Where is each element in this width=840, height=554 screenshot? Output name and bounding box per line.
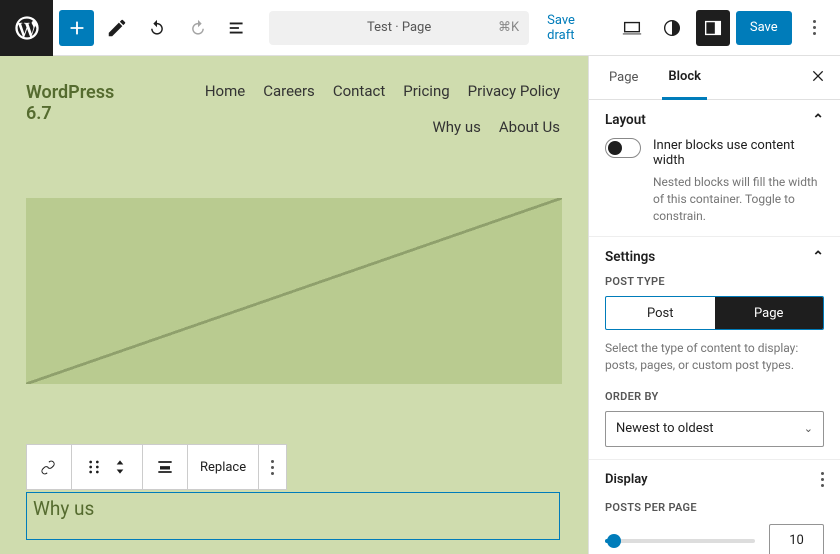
chevron-up-icon[interactable] [812, 112, 824, 128]
sidebar-icon [702, 17, 724, 39]
block-align-button[interactable] [143, 445, 188, 489]
toggle-knob [608, 141, 622, 155]
site-navigation: Home Careers Contact Pricing Privacy Pol… [180, 82, 560, 136]
view-styles-button[interactable] [655, 10, 689, 46]
post-type-option-page[interactable]: Page [715, 297, 824, 329]
block-link-button[interactable] [27, 445, 72, 489]
close-sidebar-button[interactable] [810, 68, 826, 88]
posts-per-page-input[interactable]: 10 [769, 524, 824, 554]
nav-item[interactable]: About Us [499, 118, 560, 136]
panel-title: Display [605, 472, 648, 487]
edit-mode-button[interactable] [100, 10, 134, 46]
redo-button[interactable] [180, 10, 214, 46]
settings-sidebar-toggle[interactable] [696, 10, 730, 46]
post-type-help: Select the type of content to display: p… [605, 340, 824, 374]
more-options-button[interactable] [798, 10, 832, 46]
block-more-button[interactable] [259, 445, 286, 489]
block-move-button[interactable] [72, 445, 143, 489]
kebab-icon [271, 460, 274, 475]
wordpress-icon [13, 14, 41, 42]
panel-title: Layout [605, 112, 646, 128]
kebab-icon [813, 20, 816, 35]
tab-block[interactable]: Block [662, 56, 707, 100]
posts-per-page-slider[interactable] [605, 539, 755, 543]
laptop-icon [621, 17, 643, 39]
image-placeholder-block[interactable] [26, 198, 562, 384]
toggle-label: Inner blocks use content width [653, 138, 824, 168]
link-icon [39, 457, 59, 477]
order-by-select[interactable]: Newest to oldest ⌄ [605, 411, 824, 447]
undo-icon [146, 17, 168, 39]
nav-item[interactable]: Why us [432, 118, 480, 136]
block-toolbar: Replace [26, 444, 287, 490]
order-by-value: Newest to oldest [616, 421, 714, 436]
move-up-down-icon [110, 457, 130, 477]
contrast-icon [661, 17, 683, 39]
editor-canvas[interactable]: WordPress 6.7 Home Careers Contact Prici… [0, 56, 588, 554]
drag-icon [84, 457, 104, 477]
command-shortcut: ⌘K [498, 20, 519, 35]
editor-top-toolbar: Test · Page ⌘K Save draft Save [0, 0, 840, 56]
nav-item[interactable]: Pricing [403, 82, 449, 100]
post-type-option-post[interactable]: Post [606, 297, 715, 329]
undo-button[interactable] [140, 10, 174, 46]
posts-per-page-label: Posts Per Page [605, 501, 824, 514]
order-by-label: Order By [605, 390, 824, 403]
publish-button[interactable]: Save [736, 11, 792, 45]
selected-heading-block[interactable]: Why us [26, 492, 560, 540]
settings-sidebar: Page Block Layout Inner blocks use conte… [588, 56, 840, 554]
post-type-label: Post Type [605, 275, 824, 288]
close-icon [810, 68, 826, 84]
save-draft-button[interactable]: Save draft [541, 13, 609, 43]
editor-main: WordPress 6.7 Home Careers Contact Prici… [0, 56, 840, 554]
kebab-icon [821, 472, 824, 487]
document-overview-button[interactable] [221, 10, 255, 46]
wordpress-logo-button[interactable] [0, 0, 53, 56]
display-panel: Display Posts Per Page 10 [589, 460, 840, 554]
plus-icon [66, 17, 88, 39]
align-icon [155, 457, 175, 477]
posts-per-page-value: 10 [789, 533, 804, 548]
settings-panel: Settings Post Type Post Page Select the … [589, 237, 840, 460]
document-title: Test · Page [367, 20, 431, 35]
site-title[interactable]: WordPress 6.7 [26, 82, 126, 124]
nav-item[interactable]: Home [205, 82, 245, 100]
sidebar-tabs: Page Block [589, 56, 840, 100]
display-more-button[interactable] [821, 472, 824, 487]
add-block-button[interactable] [59, 10, 93, 46]
redo-icon [187, 17, 209, 39]
tab-page[interactable]: Page [603, 56, 644, 100]
content-width-toggle[interactable] [605, 138, 641, 158]
preview-device-button[interactable] [615, 10, 649, 46]
layout-panel: Layout Inner blocks use content width Ne… [589, 100, 840, 237]
toggle-help-text: Nested blocks will fill the width of thi… [653, 174, 824, 224]
chevron-down-icon: ⌄ [804, 422, 813, 435]
pencil-icon [106, 17, 128, 39]
nav-item[interactable]: Privacy Policy [468, 82, 560, 100]
list-view-icon [227, 17, 249, 39]
chevron-up-icon[interactable] [812, 249, 824, 265]
slider-thumb[interactable] [607, 534, 621, 548]
nav-item[interactable]: Careers [263, 82, 315, 100]
panel-title: Settings [605, 249, 655, 265]
document-title-bar[interactable]: Test · Page ⌘K [269, 11, 529, 45]
post-type-segmented: Post Page [605, 296, 824, 330]
block-text: Why us [33, 497, 94, 520]
nav-item[interactable]: Contact [333, 82, 385, 100]
block-replace-button[interactable]: Replace [188, 445, 259, 489]
